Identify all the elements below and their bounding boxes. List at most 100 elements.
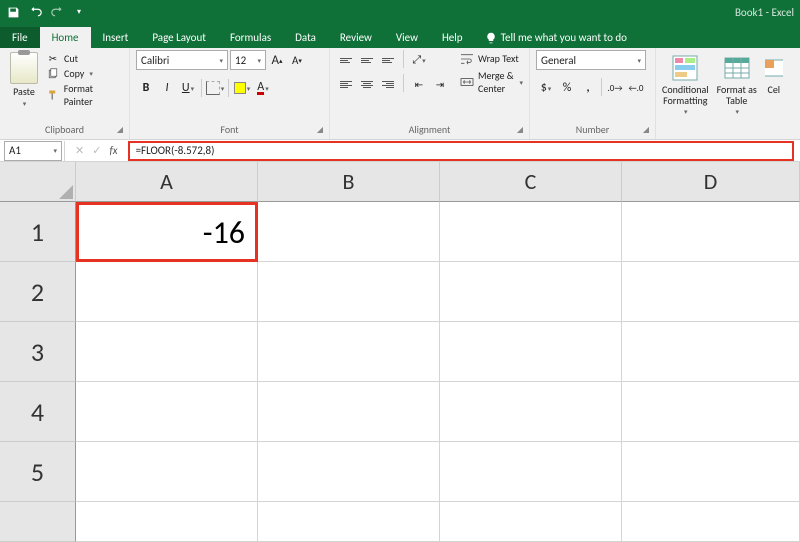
tab-page-layout[interactable]: Page Layout: [140, 27, 218, 48]
italic-button[interactable]: I: [157, 78, 177, 98]
comma-format-button[interactable]: ,: [578, 78, 598, 98]
column-header-c[interactable]: C: [440, 162, 622, 202]
align-left-button[interactable]: [336, 74, 356, 94]
tab-view[interactable]: View: [384, 27, 430, 48]
name-box[interactable]: A1 ▾: [4, 141, 62, 161]
conditional-formatting-button[interactable]: Conditional Formatting ▾: [662, 54, 709, 117]
save-icon[interactable]: [6, 5, 20, 19]
cell-b6[interactable]: [258, 502, 440, 542]
align-middle-button[interactable]: [357, 50, 377, 70]
copy-button[interactable]: Copy ▾: [46, 67, 123, 80]
increase-decimal-button[interactable]: .0→: [605, 78, 625, 98]
cell-b2[interactable]: [258, 262, 440, 322]
decrease-decimal-button[interactable]: ←.0: [626, 78, 646, 98]
cell-c2[interactable]: [440, 262, 622, 322]
underline-button[interactable]: U▾: [178, 78, 198, 98]
percent-format-button[interactable]: %: [557, 78, 577, 98]
dialog-launcher-icon[interactable]: ◢: [117, 125, 123, 135]
row-header-3[interactable]: 3: [0, 322, 76, 382]
cell-c3[interactable]: [440, 322, 622, 382]
increase-font-button[interactable]: A▴: [268, 50, 286, 70]
group-styles: Conditional Formatting ▾ Format as Table…: [656, 48, 800, 139]
align-bottom-button[interactable]: [378, 50, 398, 70]
row-header-1[interactable]: 1: [0, 202, 76, 262]
cell-b4[interactable]: [258, 382, 440, 442]
cell-d1[interactable]: [622, 202, 800, 262]
cell-a2[interactable]: [76, 262, 258, 322]
wrap-text-label: Wrap Text: [478, 52, 519, 65]
bold-button[interactable]: B: [136, 78, 156, 98]
cell-c5[interactable]: [440, 442, 622, 502]
row-header-2[interactable]: 2: [0, 262, 76, 322]
cell-b5[interactable]: [258, 442, 440, 502]
increase-indent-button[interactable]: ⇥: [430, 74, 450, 94]
font-size-combo[interactable]: 12 ▾: [230, 50, 266, 70]
wrap-text-button[interactable]: Wrap Text: [460, 52, 523, 65]
tell-me[interactable]: Tell me what you want to do: [475, 27, 637, 48]
align-right-button[interactable]: [378, 74, 398, 94]
row-header-5[interactable]: 5: [0, 442, 76, 502]
cell-d4[interactable]: [622, 382, 800, 442]
dialog-launcher-icon[interactable]: ◢: [317, 125, 323, 135]
fill-color-button[interactable]: ▾: [232, 78, 252, 98]
enter-icon[interactable]: ✓: [92, 144, 101, 157]
cell-a1[interactable]: -16: [76, 202, 258, 262]
chevron-down-icon: ▾: [219, 56, 223, 65]
qat-customize-icon[interactable]: ▾: [72, 5, 86, 19]
align-center-button[interactable]: [357, 74, 377, 94]
font-color-button[interactable]: A▾: [253, 78, 273, 98]
cell-a4[interactable]: [76, 382, 258, 442]
cell-d2[interactable]: [622, 262, 800, 322]
tab-file[interactable]: File: [0, 27, 40, 48]
undo-icon[interactable]: [28, 5, 42, 19]
format-painter-button[interactable]: Format Painter: [46, 82, 123, 108]
tab-insert[interactable]: Insert: [91, 27, 141, 48]
decrease-font-button[interactable]: A▾: [288, 50, 306, 70]
select-all-corner[interactable]: [0, 162, 76, 202]
cell-c6[interactable]: [440, 502, 622, 542]
dialog-launcher-icon[interactable]: ◢: [517, 125, 523, 135]
cell-a3[interactable]: [76, 322, 258, 382]
row-header-4[interactable]: 4: [0, 382, 76, 442]
chevron-down-icon: ▾: [89, 69, 93, 78]
border-icon: [206, 81, 220, 95]
redo-icon[interactable]: [50, 5, 64, 19]
decrease-indent-button[interactable]: ⇤: [409, 74, 429, 94]
tab-formulas[interactable]: Formulas: [218, 27, 283, 48]
cell-styles-button[interactable]: Cel: [765, 54, 783, 95]
merge-center-button[interactable]: Merge & Center ▾: [460, 69, 523, 95]
cell-a5[interactable]: [76, 442, 258, 502]
accounting-format-button[interactable]: $▾: [536, 78, 556, 98]
column-header-a[interactable]: A: [76, 162, 258, 202]
tab-home[interactable]: Home: [40, 27, 91, 48]
cancel-icon[interactable]: ✕: [75, 144, 84, 157]
cell-styles-label: Cel: [768, 84, 781, 95]
border-button[interactable]: ▾: [205, 78, 225, 98]
format-as-table-button[interactable]: Format as Table ▾: [717, 54, 757, 117]
cell-c1[interactable]: [440, 202, 622, 262]
font-name-combo[interactable]: Calibri ▾: [136, 50, 228, 70]
column-header-b[interactable]: B: [258, 162, 440, 202]
cell-b1[interactable]: [258, 202, 440, 262]
align-top-button[interactable]: [336, 50, 356, 70]
tab-data[interactable]: Data: [283, 27, 328, 48]
cell-d6[interactable]: [622, 502, 800, 542]
tab-help[interactable]: Help: [430, 27, 475, 48]
lightbulb-icon: [485, 32, 497, 44]
dialog-launcher-icon[interactable]: ◢: [643, 125, 649, 135]
row-header-6[interactable]: [0, 502, 76, 542]
paste-button[interactable]: Paste ▾: [6, 50, 42, 121]
column-header-d[interactable]: D: [622, 162, 800, 202]
formula-input[interactable]: =FLOOR(-8.572,8): [128, 141, 794, 161]
cell-d5[interactable]: [622, 442, 800, 502]
cell-a6[interactable]: [76, 502, 258, 542]
cell-b3[interactable]: [258, 322, 440, 382]
cut-button[interactable]: ✂ Cut: [46, 52, 123, 65]
cell-c4[interactable]: [440, 382, 622, 442]
bucket-icon: [234, 82, 246, 94]
orientation-button[interactable]: ⤢▾: [409, 50, 429, 70]
number-format-combo[interactable]: General ▾: [536, 50, 646, 70]
cell-d3[interactable]: [622, 322, 800, 382]
tab-review[interactable]: Review: [328, 27, 384, 48]
fx-icon[interactable]: fx: [109, 144, 117, 157]
